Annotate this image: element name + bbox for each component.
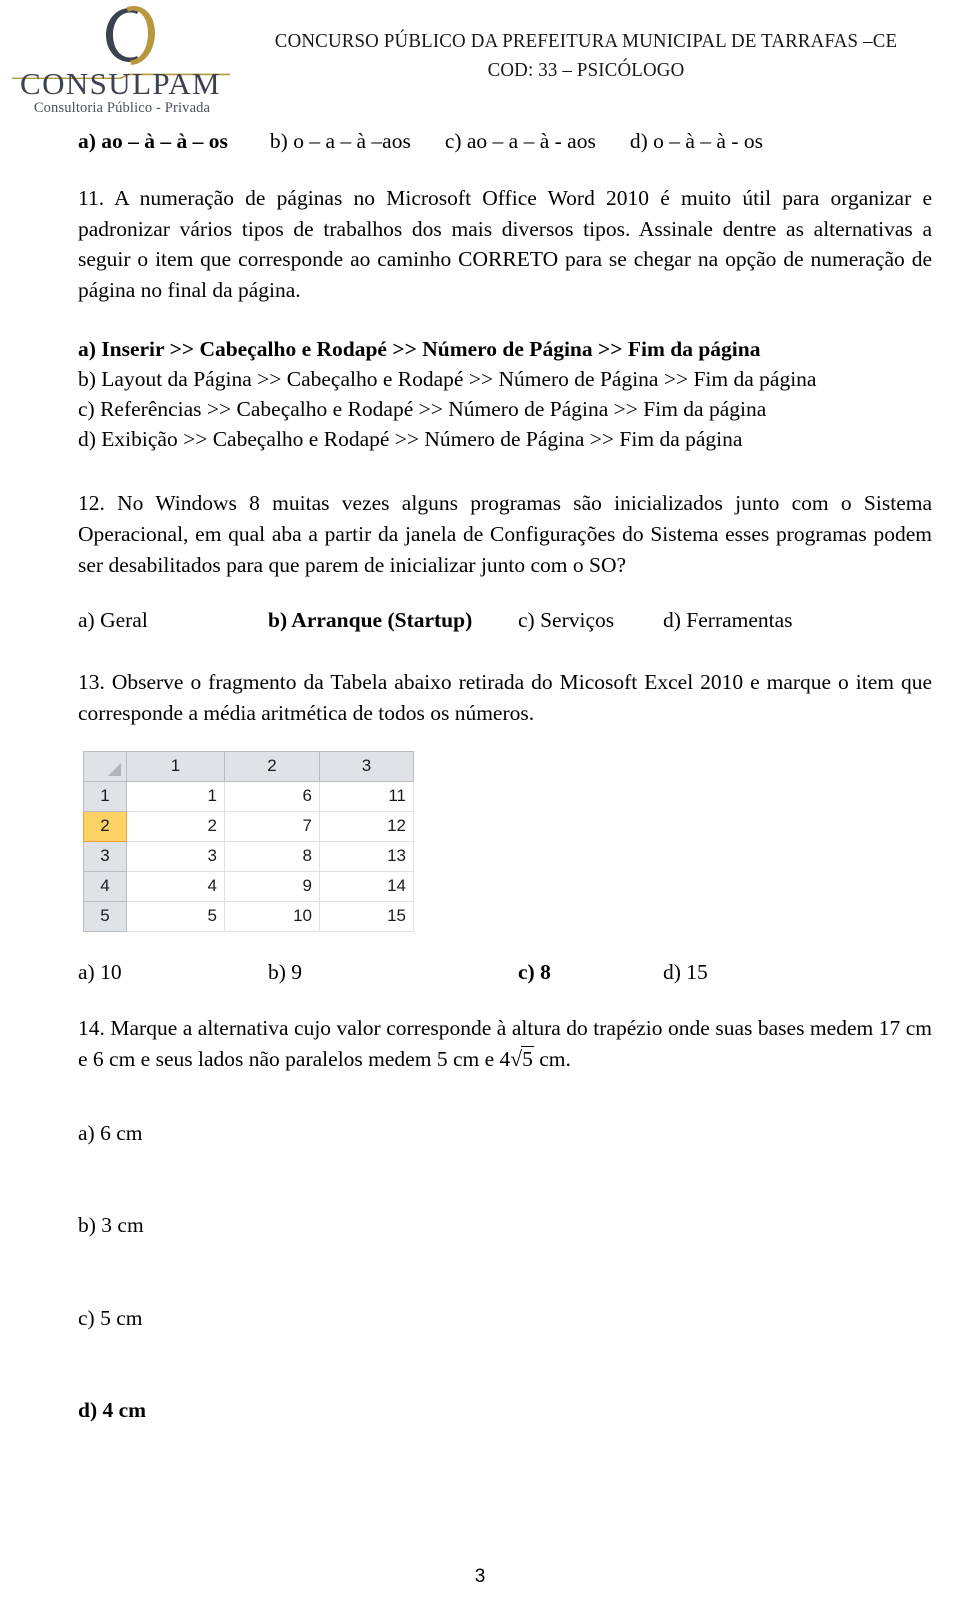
- question-11-option-a[interactable]: a) Inserir >> Cabeçalho e Rodapé >> Núme…: [78, 334, 932, 364]
- excel-cell-r2c3[interactable]: 12: [319, 810, 414, 842]
- excel-table-fragment: 1 2 3 1 1 6 11 2 2 7 12 3 3 8 13 4 4 9 1…: [83, 750, 414, 932]
- question-14-text-part1: 14. Marque a alternativa cujo valor corr…: [78, 1015, 932, 1071]
- question-13-option-d[interactable]: d) 15: [663, 960, 708, 985]
- page-number: 3: [474, 1566, 486, 1587]
- question-14-option-d[interactable]: d) 4 cm: [78, 1395, 932, 1425]
- question-12-option-d[interactable]: d) Ferramentas: [663, 608, 793, 633]
- prev-option-a[interactable]: a) ao – à – à – os: [78, 129, 228, 153]
- excel-cell-r4c3[interactable]: 14: [319, 870, 414, 902]
- excel-cell-r1c1[interactable]: 1: [126, 780, 225, 812]
- page-header: CONSULPAM Consultoria Público - Privada …: [0, 0, 960, 128]
- excel-table-row: 1 1 6 11: [83, 780, 414, 812]
- question-13-text: 13. Observe o fragmento da Tabela abaixo…: [78, 670, 932, 726]
- excel-row-header-4[interactable]: 4: [83, 870, 127, 902]
- excel-cell-r3c1[interactable]: 3: [126, 840, 225, 872]
- consulpam-logo: CONSULPAM Consultoria Público - Privada: [8, 2, 233, 124]
- excel-cell-r3c3[interactable]: 13: [319, 840, 414, 872]
- excel-table-row: 5 5 10 15: [83, 900, 414, 932]
- question-14-option-a[interactable]: a) 6 cm: [78, 1118, 932, 1148]
- excel-select-all-corner[interactable]: [83, 750, 127, 782]
- question-11-text: 11. A numeração de páginas no Microsoft …: [78, 185, 932, 303]
- question-11-option-c[interactable]: c) Referências >> Cabeçalho e Rodapé >> …: [78, 394, 932, 424]
- question-11-option-d[interactable]: d) Exibição >> Cabeçalho e Rodapé >> Núm…: [78, 424, 932, 454]
- question-12-option-c[interactable]: c) Serviços: [518, 608, 663, 633]
- page-content: a) ao – à – à – os b) o – a – à –aos c) ao…: [0, 128, 960, 1425]
- excel-row-header-2[interactable]: 2: [83, 810, 127, 842]
- excel-cell-r4c2[interactable]: 9: [224, 870, 320, 902]
- prev-option-c[interactable]: c) ao – a – à - aos: [445, 129, 596, 153]
- excel-cell-r2c2[interactable]: 7: [224, 810, 320, 842]
- excel-table-row: 3 3 8 13: [83, 840, 414, 872]
- excel-col-header-3[interactable]: 3: [319, 750, 414, 782]
- excel-cell-r1c2[interactable]: 6: [224, 780, 320, 812]
- question-13-options-row: a) 10 b) 9 c) 8 d) 15: [78, 960, 932, 985]
- excel-cell-r3c2[interactable]: 8: [224, 840, 320, 872]
- question-14-text-part2: cm.: [533, 1046, 571, 1071]
- excel-row-header-3[interactable]: 3: [83, 840, 127, 872]
- question-12-text: 12. No Windows 8 muitas vezes alguns pro…: [78, 491, 932, 577]
- excel-table-row: 4 4 9 14: [83, 870, 414, 902]
- exam-header-titles: CONCURSO PÚBLICO DA PREFEITURA MUNICIPAL…: [236, 30, 936, 82]
- logo-wordmark: CONSULPAM: [20, 66, 221, 101]
- page-footer: 3: [0, 1566, 960, 1588]
- excel-cell-r2c1[interactable]: 2: [126, 810, 225, 842]
- excel-col-header-2[interactable]: 2: [224, 750, 320, 782]
- excel-table-row: 2 2 7 12: [83, 810, 414, 842]
- question-13-option-b[interactable]: b) 9: [268, 960, 518, 985]
- square-root-icon: √5: [510, 1045, 534, 1071]
- excel-cell-r4c1[interactable]: 4: [126, 870, 225, 902]
- excel-cell-r1c3[interactable]: 11: [319, 780, 414, 812]
- excel-cell-r5c2[interactable]: 10: [224, 900, 320, 932]
- question-12-option-b[interactable]: b) Arranque (Startup): [268, 608, 518, 633]
- consulpam-c-monogram-icon: [90, 4, 162, 66]
- question-12-options-row: a) Geral b) Arranque (Startup) c) Serviç…: [78, 608, 932, 633]
- excel-col-header-1[interactable]: 1: [126, 750, 225, 782]
- excel-cell-r5c3[interactable]: 15: [319, 900, 414, 932]
- logo-tagline: Consultoria Público - Privada: [33, 100, 211, 116]
- exam-title: CONCURSO PÚBLICO DA PREFEITURA MUNICIPAL…: [274, 30, 898, 52]
- question-13-option-a[interactable]: a) 10: [78, 960, 268, 985]
- question-14-option-c[interactable]: c) 5 cm: [78, 1303, 932, 1333]
- excel-row-header-1[interactable]: 1: [83, 780, 127, 812]
- excel-table: 1 2 3 1 1 6 11 2 2 7 12 3 3 8 13 4 4 9 1…: [83, 750, 414, 932]
- prev-option-d[interactable]: d) o – à – à - os: [630, 129, 763, 153]
- prev-option-b[interactable]: b) o – a – à –aos: [270, 129, 411, 153]
- question-13-option-c[interactable]: c) 8: [518, 960, 663, 985]
- exam-code: COD: 33 – PSICÓLOGO: [487, 59, 685, 81]
- excel-column-header-row: 1 2 3: [83, 750, 414, 782]
- question-14-text: 14. Marque a alternativa cujo valor corr…: [78, 1013, 932, 1074]
- select-all-triangle-icon: [108, 762, 121, 776]
- question-14-option-b[interactable]: b) 3 cm: [78, 1210, 932, 1240]
- excel-row-header-5[interactable]: 5: [83, 900, 127, 932]
- question-14-radicand: 5: [521, 1045, 534, 1071]
- question-11-option-b[interactable]: b) Layout da Página >> Cabeçalho e Rodap…: [78, 364, 932, 394]
- excel-cell-r5c1[interactable]: 5: [126, 900, 225, 932]
- prev-question-options-row: a) ao – à – à – os b) o – a – à –aos c) ao…: [78, 128, 932, 155]
- question-12-option-a[interactable]: a) Geral: [78, 608, 268, 633]
